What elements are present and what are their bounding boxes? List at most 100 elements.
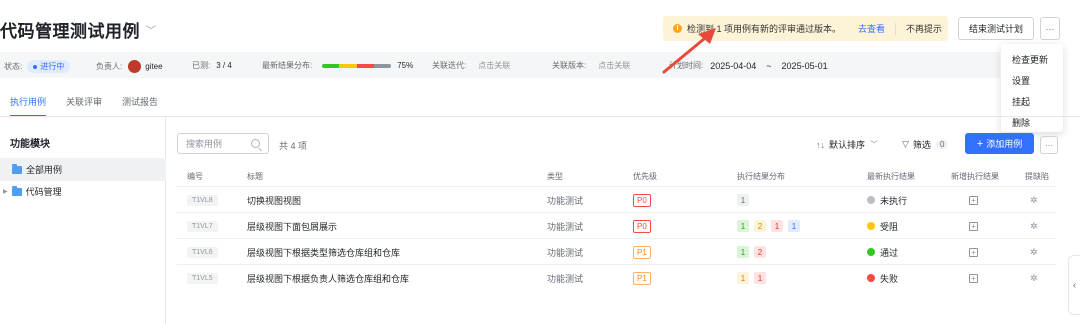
priority-badge: P0 bbox=[633, 193, 651, 207]
column-header-report-bug: 提缺陷 bbox=[1025, 172, 1049, 181]
table-row[interactable]: T1VL8 切换视图视图 功能测试 P0 1 未执行 + ✲ bbox=[177, 186, 1057, 212]
case-title[interactable]: 层级视图下根据类型筛选仓库组和仓库 bbox=[247, 246, 400, 259]
filter-label: 筛选 bbox=[912, 140, 931, 150]
sidebar-title: 功能模块 bbox=[10, 139, 50, 150]
tested-value: 3 / 4 bbox=[216, 61, 232, 70]
case-type: 功能测试 bbox=[547, 221, 584, 232]
iteration-label: 关联迭代: bbox=[432, 61, 467, 70]
more-options-button[interactable]: ··· bbox=[1040, 17, 1060, 40]
more-actions-button[interactable]: ··· bbox=[1040, 136, 1058, 154]
distribution-percent: 75% bbox=[397, 61, 414, 70]
bug-icon[interactable]: ✲ bbox=[1030, 221, 1038, 232]
owner-name[interactable]: gitee bbox=[145, 62, 162, 71]
result-count-chip: 1 bbox=[771, 220, 783, 232]
notice-view-link[interactable]: 去查看 bbox=[858, 22, 885, 35]
add-result-icon[interactable]: + bbox=[969, 273, 978, 283]
table-row[interactable]: T1VL5 层级视图下根据负责人筛选仓库组和仓库 功能测试 P1 1 1 失败 + ✲ bbox=[177, 264, 1057, 290]
tab-execute-cases[interactable]: 执行用例 bbox=[10, 95, 47, 117]
table-row[interactable]: T1VL7 层级视图下面包屑展示 功能测试 P0 1 2 1 1 受阻 + ✲ bbox=[177, 212, 1057, 238]
result-status-icon bbox=[867, 222, 875, 230]
add-result-icon[interactable]: + bbox=[969, 247, 978, 257]
tested-field: 已测: 3 / 4 bbox=[192, 60, 232, 71]
result-distribution: 1 bbox=[737, 187, 754, 213]
sidebar-item-all-cases[interactable]: 全部用例 bbox=[0, 158, 166, 181]
folder-icon bbox=[11, 185, 22, 196]
distribution-segment bbox=[373, 63, 392, 68]
sort-icon: ↑↓ bbox=[816, 139, 825, 150]
result-distribution: 12 bbox=[737, 239, 771, 265]
result-status-icon bbox=[867, 248, 875, 256]
case-id: T1VL8 bbox=[187, 194, 218, 206]
column-header-title: 标题 bbox=[247, 172, 263, 181]
status-dot-icon bbox=[33, 64, 38, 69]
chevron-left-icon: ‹ bbox=[1072, 279, 1077, 291]
status-badge[interactable]: 进行中 bbox=[27, 60, 71, 73]
distribution-segment bbox=[356, 63, 374, 68]
end-date[interactable]: 2025-05-01 bbox=[782, 61, 828, 71]
latest-result: 未执行 bbox=[880, 195, 908, 206]
result-count-chip: 1 bbox=[737, 246, 749, 258]
case-title[interactable]: 切换视图视图 bbox=[247, 194, 301, 207]
owner-field: 负责人: gitee bbox=[96, 60, 163, 73]
column-header-id: 编号 bbox=[187, 172, 203, 181]
end-test-plan-button[interactable]: 结束测试计划 bbox=[958, 17, 1034, 40]
bug-icon[interactable]: ✲ bbox=[1030, 247, 1038, 258]
case-type: 功能测试 bbox=[547, 195, 584, 206]
owner-label: 负责人: bbox=[96, 62, 123, 71]
date-separator: ~ bbox=[766, 60, 772, 71]
bug-icon[interactable]: ✲ bbox=[1030, 273, 1038, 284]
notice-dismiss-button[interactable]: 不再提示 bbox=[906, 22, 942, 35]
priority-badge: P1 bbox=[633, 271, 651, 285]
column-header-priority: 优先级 bbox=[633, 172, 657, 181]
table-row[interactable]: T1VL6 层级视图下根据类型筛选仓库组和仓库 功能测试 P1 1 2 通过 + ✲ bbox=[177, 238, 1057, 264]
add-result-icon[interactable]: + bbox=[969, 221, 978, 231]
item-count: 共 4 项 bbox=[279, 141, 308, 151]
sort-label: 默认排序 bbox=[829, 140, 866, 150]
search-input[interactable]: 搜索用例 bbox=[177, 133, 269, 154]
sort-dropdown[interactable]: ↑↓ 默认排序 ﹀ bbox=[816, 138, 878, 151]
caret-right-icon[interactable]: ▶ bbox=[3, 188, 8, 195]
chevron-down-icon: ﹀ bbox=[870, 140, 879, 149]
sidebar-item-code-management[interactable]: ▶ 代码管理 bbox=[0, 180, 166, 203]
add-result-icon[interactable]: + bbox=[969, 195, 978, 205]
page-title-text: 代码管理测试用例 bbox=[0, 22, 140, 41]
version-label: 关联版本: bbox=[552, 61, 587, 70]
add-case-label: 添加用例 bbox=[986, 139, 1023, 149]
result-count-chip: 1 bbox=[788, 220, 800, 232]
bug-icon[interactable]: ✲ bbox=[1030, 195, 1038, 206]
result-distribution: 1211 bbox=[737, 213, 805, 239]
table-header: 编号 标题 类型 优先级 执行结果分布 最新执行结果 新增执行结果 提缺陷 bbox=[177, 166, 1057, 186]
case-title[interactable]: 层级视图下面包屑展示 bbox=[247, 220, 337, 233]
add-case-button[interactable]: + 添加用例 bbox=[965, 133, 1034, 154]
menu-item-settings[interactable]: 设置 bbox=[1001, 71, 1063, 92]
latest-result: 通过 bbox=[880, 247, 899, 258]
collapse-panel-handle[interactable]: ‹ bbox=[1068, 255, 1080, 315]
result-count-chip: 1 bbox=[737, 194, 749, 206]
tab-bar: 执行用例 关联评审 测试报告 bbox=[10, 95, 178, 117]
distribution-label: 最新结果分布: bbox=[262, 61, 313, 70]
version-link[interactable]: 点击关联 bbox=[598, 60, 630, 71]
chevron-down-icon[interactable]: ﹀ bbox=[146, 22, 157, 37]
plus-icon: + bbox=[976, 137, 984, 150]
column-header-type: 类型 bbox=[547, 172, 563, 181]
latest-result: 受阻 bbox=[880, 221, 899, 232]
page-title[interactable]: 代码管理测试用例 ﹀ bbox=[0, 17, 157, 42]
iteration-link[interactable]: 点击关联 bbox=[478, 60, 510, 71]
tab-related-reviews[interactable]: 关联评审 bbox=[66, 95, 102, 117]
avatar bbox=[128, 60, 142, 73]
menu-item-suspend[interactable]: 挂起 bbox=[1001, 92, 1063, 113]
case-id: T1VL6 bbox=[187, 246, 218, 258]
priority-badge: P0 bbox=[633, 219, 651, 233]
filter-count-badge: 0 bbox=[935, 140, 949, 149]
tab-test-report[interactable]: 测试报告 bbox=[122, 95, 158, 117]
menu-item-check-update[interactable]: 检查更新 bbox=[1001, 50, 1063, 71]
case-type: 功能测试 bbox=[547, 247, 584, 258]
result-status-icon bbox=[867, 196, 875, 204]
folder-icon bbox=[12, 163, 22, 174]
column-header-latest-result: 最新执行结果 bbox=[867, 172, 915, 181]
case-type: 功能测试 bbox=[547, 273, 584, 284]
case-title[interactable]: 层级视图下根据负责人筛选仓库组和仓库 bbox=[247, 272, 409, 285]
more-options-menu: 检查更新 设置 挂起 删除 bbox=[1001, 44, 1063, 132]
module-sidebar: 功能模块 全部用例 ▶ 代码管理 bbox=[0, 117, 166, 324]
filter-button[interactable]: ▽ 筛选 0 bbox=[902, 138, 949, 151]
